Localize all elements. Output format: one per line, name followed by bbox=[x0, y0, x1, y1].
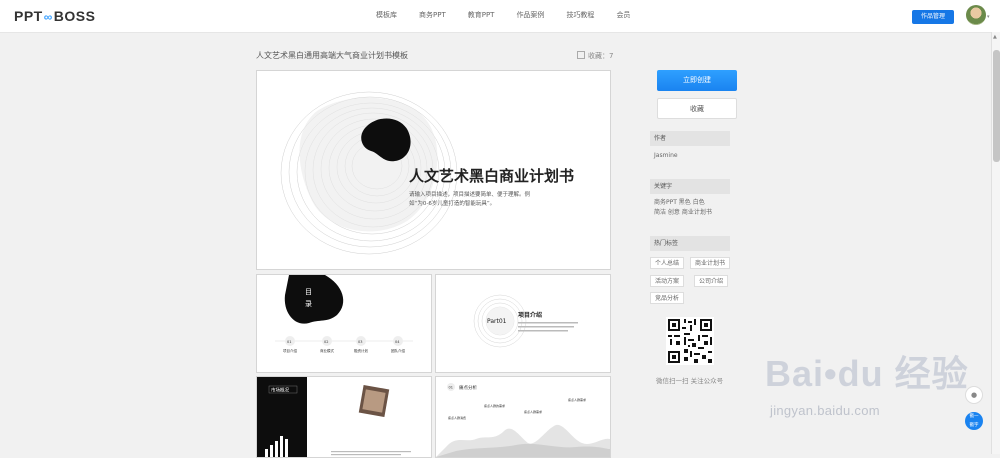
slide-preview-contents[interactable]: 目 录 01 项目介绍 02 商业模式 03 融资计划 04 团队介绍 bbox=[256, 274, 432, 373]
part01-title: 项目介绍 bbox=[518, 311, 542, 319]
cover-artwork: 人文艺术黑白商业计划书 请输入项目描述，项目描述要简单、便于理解。例 如“为0-… bbox=[280, 91, 574, 255]
baidu-jingyan-watermark: Bai•du 经验 jingyan.baidu.com bbox=[765, 345, 969, 418]
contents-num-1: 01 bbox=[287, 340, 291, 344]
create-now-button[interactable]: 立即创建 bbox=[657, 70, 737, 91]
logo-infinity-icon: ∞ bbox=[43, 10, 53, 24]
part01-artwork: Part01 项目介绍 bbox=[473, 294, 578, 348]
slide-preview-painpoint[interactable]: 01 痛点分析 痛点人群的需求 痛点人群消费 痛点人群需求 痛点人群需求 bbox=[435, 376, 611, 458]
contents-num-3: 03 bbox=[358, 340, 362, 344]
nav-item-tutorials[interactable]: 技巧教程 bbox=[566, 10, 594, 20]
tag-event-plan[interactable]: 活动方案 bbox=[650, 275, 685, 287]
page-title: 人文艺术黑白通用高端大气商业计划书模板 bbox=[256, 51, 408, 60]
logo-text-left: PPT bbox=[14, 8, 43, 24]
contents-label-4: 团队介绍 bbox=[391, 348, 405, 353]
slide-preview-market[interactable]: 市场概况 bbox=[256, 376, 432, 458]
painpoint-item-3: 痛点人群需求 bbox=[524, 409, 542, 414]
painpoint-num: 01 bbox=[449, 386, 453, 390]
nav-item-education-ppt[interactable]: 教育PPT bbox=[468, 10, 495, 20]
chevron-down-icon[interactable]: ▾ bbox=[987, 14, 990, 20]
favorite-count-label: 收藏：7 bbox=[588, 52, 614, 60]
site-logo[interactable]: PPT∞BOSS bbox=[14, 8, 95, 24]
painpoint-artwork: 01 痛点分析 痛点人群的需求 痛点人群消费 痛点人群需求 痛点人群需求 bbox=[436, 383, 610, 457]
cover-desc-line2: 如“为0-6岁儿童打造的智能玩具”。 bbox=[409, 199, 495, 207]
part01-label: Part01 bbox=[487, 318, 507, 325]
top-navigation-bar: PPT∞BOSS 模板库 商务PPT 教育PPT 作品案例 技巧教程 会员 作品… bbox=[0, 0, 1000, 33]
feedback-label-b: 戳字 bbox=[969, 423, 979, 428]
contents-artwork: 目 录 01 项目介绍 02 商业模式 03 融资计划 04 团队介绍 bbox=[275, 275, 413, 353]
painpoint-title: 痛点分析 bbox=[459, 384, 477, 391]
user-avatar[interactable] bbox=[966, 5, 986, 25]
scroll-up-arrow-icon[interactable]: ▲ bbox=[993, 34, 997, 40]
watermark-url: jingyan.baidu.com bbox=[770, 403, 880, 418]
feedback-float-button[interactable]: 戳一 戳字 bbox=[965, 412, 983, 430]
slide-preview-part01[interactable]: Part01 项目介绍 bbox=[435, 274, 611, 373]
wechat-qr-code bbox=[666, 317, 714, 365]
contents-label-2: 商业模式 bbox=[320, 348, 334, 353]
author-heading: 作者 bbox=[650, 131, 730, 146]
page-scrollbar[interactable]: ▲ bbox=[991, 32, 1000, 454]
market-label: 市场概况 bbox=[271, 387, 289, 394]
main-nav: 模板库 商务PPT 教育PPT 作品案例 技巧教程 会员 bbox=[376, 10, 652, 20]
watermark-logo: Bai•du 经验 bbox=[765, 353, 969, 394]
author-name[interactable]: Jasmine bbox=[654, 151, 678, 161]
cover-desc-line1: 请输入项目描述，项目描述要简单、便于理解。例 bbox=[409, 190, 531, 198]
nav-item-membership[interactable]: 会员 bbox=[616, 10, 630, 20]
feedback-label-a: 戳一 bbox=[969, 414, 979, 419]
contents-label-3: 融资计划 bbox=[354, 348, 368, 353]
painpoint-item-1: 痛点人群的需求 bbox=[484, 403, 505, 408]
keywords-line-1[interactable]: 商务PPT 黑色 白色 bbox=[654, 198, 705, 208]
contents-num-2: 02 bbox=[324, 340, 328, 344]
logo-text-right: BOSS bbox=[53, 8, 96, 24]
cover-heading: 人文艺术黑白商业计划书 bbox=[409, 167, 574, 185]
works-management-button[interactable]: 作品管理 bbox=[912, 10, 954, 24]
tag-business-plan[interactable]: 商业计划书 bbox=[690, 257, 731, 269]
nav-item-business-ppt[interactable]: 商务PPT bbox=[419, 10, 446, 20]
market-artwork: 市场概况 bbox=[257, 377, 411, 457]
keywords-line-2[interactable]: 简洁 创意 商业计划书 bbox=[654, 208, 712, 218]
painpoint-item-2: 痛点人群消费 bbox=[448, 415, 466, 420]
slide-preview-cover[interactable]: 人文艺术黑白商业计划书 请输入项目描述，项目描述要简单、便于理解。例 如“为0-… bbox=[256, 70, 611, 270]
qr-caption: 微信扫一扫 关注公众号 bbox=[656, 377, 724, 385]
scrollbar-thumb[interactable] bbox=[993, 50, 1000, 162]
nav-item-works[interactable]: 作品案例 bbox=[516, 10, 544, 20]
favorite-count[interactable]: 收藏：7 bbox=[577, 51, 613, 61]
hot-tags-heading: 热门标签 bbox=[650, 236, 730, 251]
contents-title-b: 录 bbox=[305, 300, 312, 308]
collect-button[interactable]: 收藏 bbox=[657, 98, 737, 119]
tag-company-intro[interactable]: 公司介绍 bbox=[694, 275, 729, 287]
contents-num-4: 04 bbox=[395, 340, 400, 344]
keywords-heading: 关键字 bbox=[650, 179, 730, 194]
contents-label-1: 项目介绍 bbox=[283, 348, 297, 353]
favorite-icon bbox=[577, 51, 585, 59]
tag-competitor-analysis[interactable]: 竞品分析 bbox=[650, 292, 685, 304]
microphone-icon[interactable]: ● bbox=[965, 386, 983, 404]
contents-title-a: 目 bbox=[305, 288, 312, 296]
painpoint-item-4: 痛点人群需求 bbox=[568, 397, 586, 402]
nav-item-template-library[interactable]: 模板库 bbox=[376, 10, 397, 20]
tag-personal-summary[interactable]: 个人总结 bbox=[650, 257, 685, 269]
